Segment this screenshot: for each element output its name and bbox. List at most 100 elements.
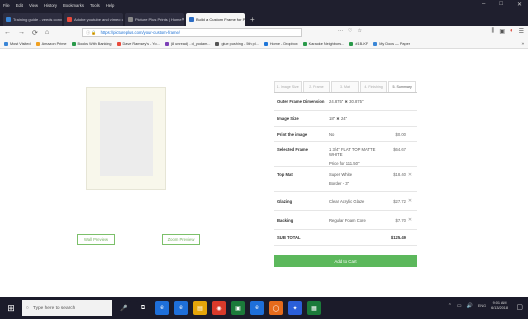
tab-close-icon[interactable]: ×	[182, 17, 184, 23]
bookmark-item[interactable]: My Docs — Paper	[373, 41, 411, 46]
remove-item-icon[interactable]: ✕	[406, 217, 414, 223]
bookmark-item[interactable]: Home - Dropbox	[263, 41, 298, 46]
tab-bar: Training guide - veeds conv...×Adobe you…	[0, 10, 528, 26]
browser-tab[interactable]: Adobe youtube and vimeo c...×	[64, 13, 123, 26]
bookmark-item[interactable]: glue pushing - 5th pl...	[215, 41, 259, 46]
bookmark-label: Karaoke Neighbors...	[308, 41, 345, 46]
network-icon[interactable]: ▭	[457, 303, 462, 309]
forward-icon[interactable]: →	[18, 29, 25, 36]
window-controls: – □ ✕	[482, 1, 522, 8]
bookmark-item[interactable]: (8 unread) - d_yodam...	[164, 41, 210, 46]
remove-item-icon[interactable]: ✕	[406, 198, 414, 204]
taskbar-app-icon[interactable]: ▣	[231, 301, 245, 315]
bookmark-item[interactable]: Dave Ramsey's - Yo...	[116, 41, 160, 46]
bookmarks-overflow-icon[interactable]: »	[521, 41, 524, 46]
bookmark-favicon-icon	[349, 41, 354, 46]
summary-value-line: No	[329, 131, 335, 137]
menu-item-history[interactable]: History	[44, 3, 57, 8]
summary-row: Glazing Clear Acrylic Glaze $27.72 ✕	[274, 192, 417, 211]
summary-price: $0.00	[395, 131, 406, 137]
taskbar-app-icon[interactable]: 🎤	[117, 301, 131, 315]
show-hidden-icon[interactable]: ⌃	[448, 303, 452, 309]
zoom-preview-button[interactable]: Zoom Preview	[162, 234, 200, 245]
taskbar-app-icon[interactable]: e	[250, 301, 264, 315]
summary-price: $18.40	[393, 172, 406, 177]
summary-row: Selected Frame 1 3/4" FLAT TOP MATTE WHIT…	[274, 142, 417, 167]
bookmark-item[interactable]: Books With Banking	[71, 41, 112, 46]
taskbar-search-input[interactable]: ○ Type here to search	[22, 300, 112, 316]
windows-start-icon[interactable]: ⊞	[0, 297, 22, 319]
minimize-icon[interactable]: –	[482, 1, 485, 8]
step-tab[interactable]: 4. Finishing	[359, 81, 388, 92]
site-info-icon[interactable]: ⓘ 🔒	[86, 30, 97, 36]
page-actions-icon[interactable]: ···	[338, 28, 343, 34]
menu-item-bookmarks[interactable]: Bookmarks	[63, 3, 84, 8]
bookmark-favicon-icon	[35, 41, 40, 46]
reload-icon[interactable]: ⟳	[32, 29, 38, 37]
library-icon[interactable]: ⫼	[492, 28, 495, 35]
back-icon[interactable]: ←	[4, 29, 11, 36]
add-to-cart-button[interactable]: Add to Cart	[274, 255, 417, 267]
summary-value-detail: Border - 3"	[329, 181, 350, 186]
summary-price: $7.70	[395, 217, 406, 223]
summary-label: Glazing	[277, 198, 293, 204]
bookmark-label: Home - Dropbox	[269, 41, 298, 46]
taskbar-app-icon[interactable]: e	[174, 301, 188, 315]
browser-tab[interactable]: Training guide - veeds conv...×	[3, 13, 62, 26]
menu-item-file[interactable]: File	[3, 3, 10, 8]
wall-preview-button[interactable]: Wall Preview	[77, 234, 115, 245]
menu-icon[interactable]: ☰	[519, 28, 524, 35]
bookmark-label: Amazon Prime	[41, 41, 67, 46]
pocket-icon[interactable]: ♡	[348, 28, 352, 34]
taskbar-app-icon[interactable]: ▤	[193, 301, 207, 315]
bookmark-label: My Docs — Paper	[379, 41, 411, 46]
new-tab-icon[interactable]: +	[250, 13, 255, 26]
step-tab[interactable]: 3. Mat	[331, 81, 359, 92]
step-tab[interactable]: 2. Frame	[302, 81, 331, 92]
summary-price: $125.49	[390, 235, 406, 240]
close-icon[interactable]: ✕	[517, 1, 522, 8]
bookmark-item[interactable]: #1B-KF	[349, 41, 368, 46]
address-bar[interactable]: ⓘ 🔒 https://pictureplus.com/your-custom-…	[82, 28, 302, 37]
summary-value: 1 3/4" FLAT TOP MATTE WHITE Price for 111…	[329, 147, 384, 166]
summary-value: 18" ✖ 24"	[329, 116, 384, 121]
bookmark-item[interactable]: Most Visited	[4, 41, 31, 46]
taskbar-app-icon[interactable]: ◉	[212, 301, 226, 315]
url-text[interactable]: https://pictureplus.com/your-custom-fram…	[101, 30, 180, 35]
taskbar-app-icon[interactable]: ✦	[288, 301, 302, 315]
taskbar-app-icon[interactable]: e	[155, 301, 169, 315]
step-tabs: 1. Image Size 2. Frame 3. Mat 4. Finishing 5…	[274, 81, 417, 93]
step-tab[interactable]: 1. Image Size	[274, 81, 302, 92]
summary-row: Backing Regular Foam Core $7.70 ✕	[274, 211, 417, 230]
extension-icon[interactable]: ◐	[510, 28, 514, 35]
summary-label: Backing	[277, 217, 294, 223]
clock[interactable]: 9:01 AM 6/13/2018	[491, 301, 508, 311]
browser-tab[interactable]: Picture Plus Prints | Home ×	[125, 13, 184, 26]
menu-item-help[interactable]: Help	[106, 3, 115, 8]
maximize-icon[interactable]: □	[499, 1, 503, 8]
bookmark-item[interactable]: Karaoke Neighbors...	[302, 41, 345, 46]
menu-item-tools[interactable]: Tools	[90, 3, 100, 8]
menu-item-view[interactable]: View	[29, 3, 38, 8]
taskbar-app-icon[interactable]: ◯	[269, 301, 283, 315]
sidebar-icon[interactable]: ▣	[499, 28, 505, 35]
volume-icon[interactable]: 🔊	[467, 303, 473, 309]
menu-item-edit[interactable]: Edit	[16, 3, 23, 8]
clock-date: 6/13/2018	[491, 306, 508, 310]
home-icon[interactable]: ⌂	[45, 29, 49, 36]
browser-tab[interactable]: Build a Custom Frame for Pri...×	[186, 13, 245, 26]
taskbar-app-icon[interactable]: ▦	[307, 301, 321, 315]
remove-item-icon[interactable]: ✕	[406, 172, 414, 178]
language-indicator[interactable]: ENG	[478, 304, 486, 308]
bookmark-label: Books With Banking	[77, 41, 112, 46]
summary-panel: 1. Image Size 2. Frame 3. Mat 4. Finishing 5…	[274, 81, 417, 267]
summary-value: No	[329, 132, 384, 137]
summary-value-line: 18" ✖ 24"	[329, 116, 348, 121]
step-tab[interactable]: 5. Summary	[388, 81, 416, 92]
summary-label: Selected Frame	[277, 147, 308, 152]
bookmark-item[interactable]: Amazon Prime	[35, 41, 67, 46]
bookmark-star-icon[interactable]: ☆	[357, 28, 361, 34]
notification-icon[interactable]: ▢	[516, 303, 523, 311]
taskbar-app-icon[interactable]: ⧉	[136, 301, 150, 315]
summary-value: 24.875" ✖ 30.875"	[329, 99, 384, 104]
